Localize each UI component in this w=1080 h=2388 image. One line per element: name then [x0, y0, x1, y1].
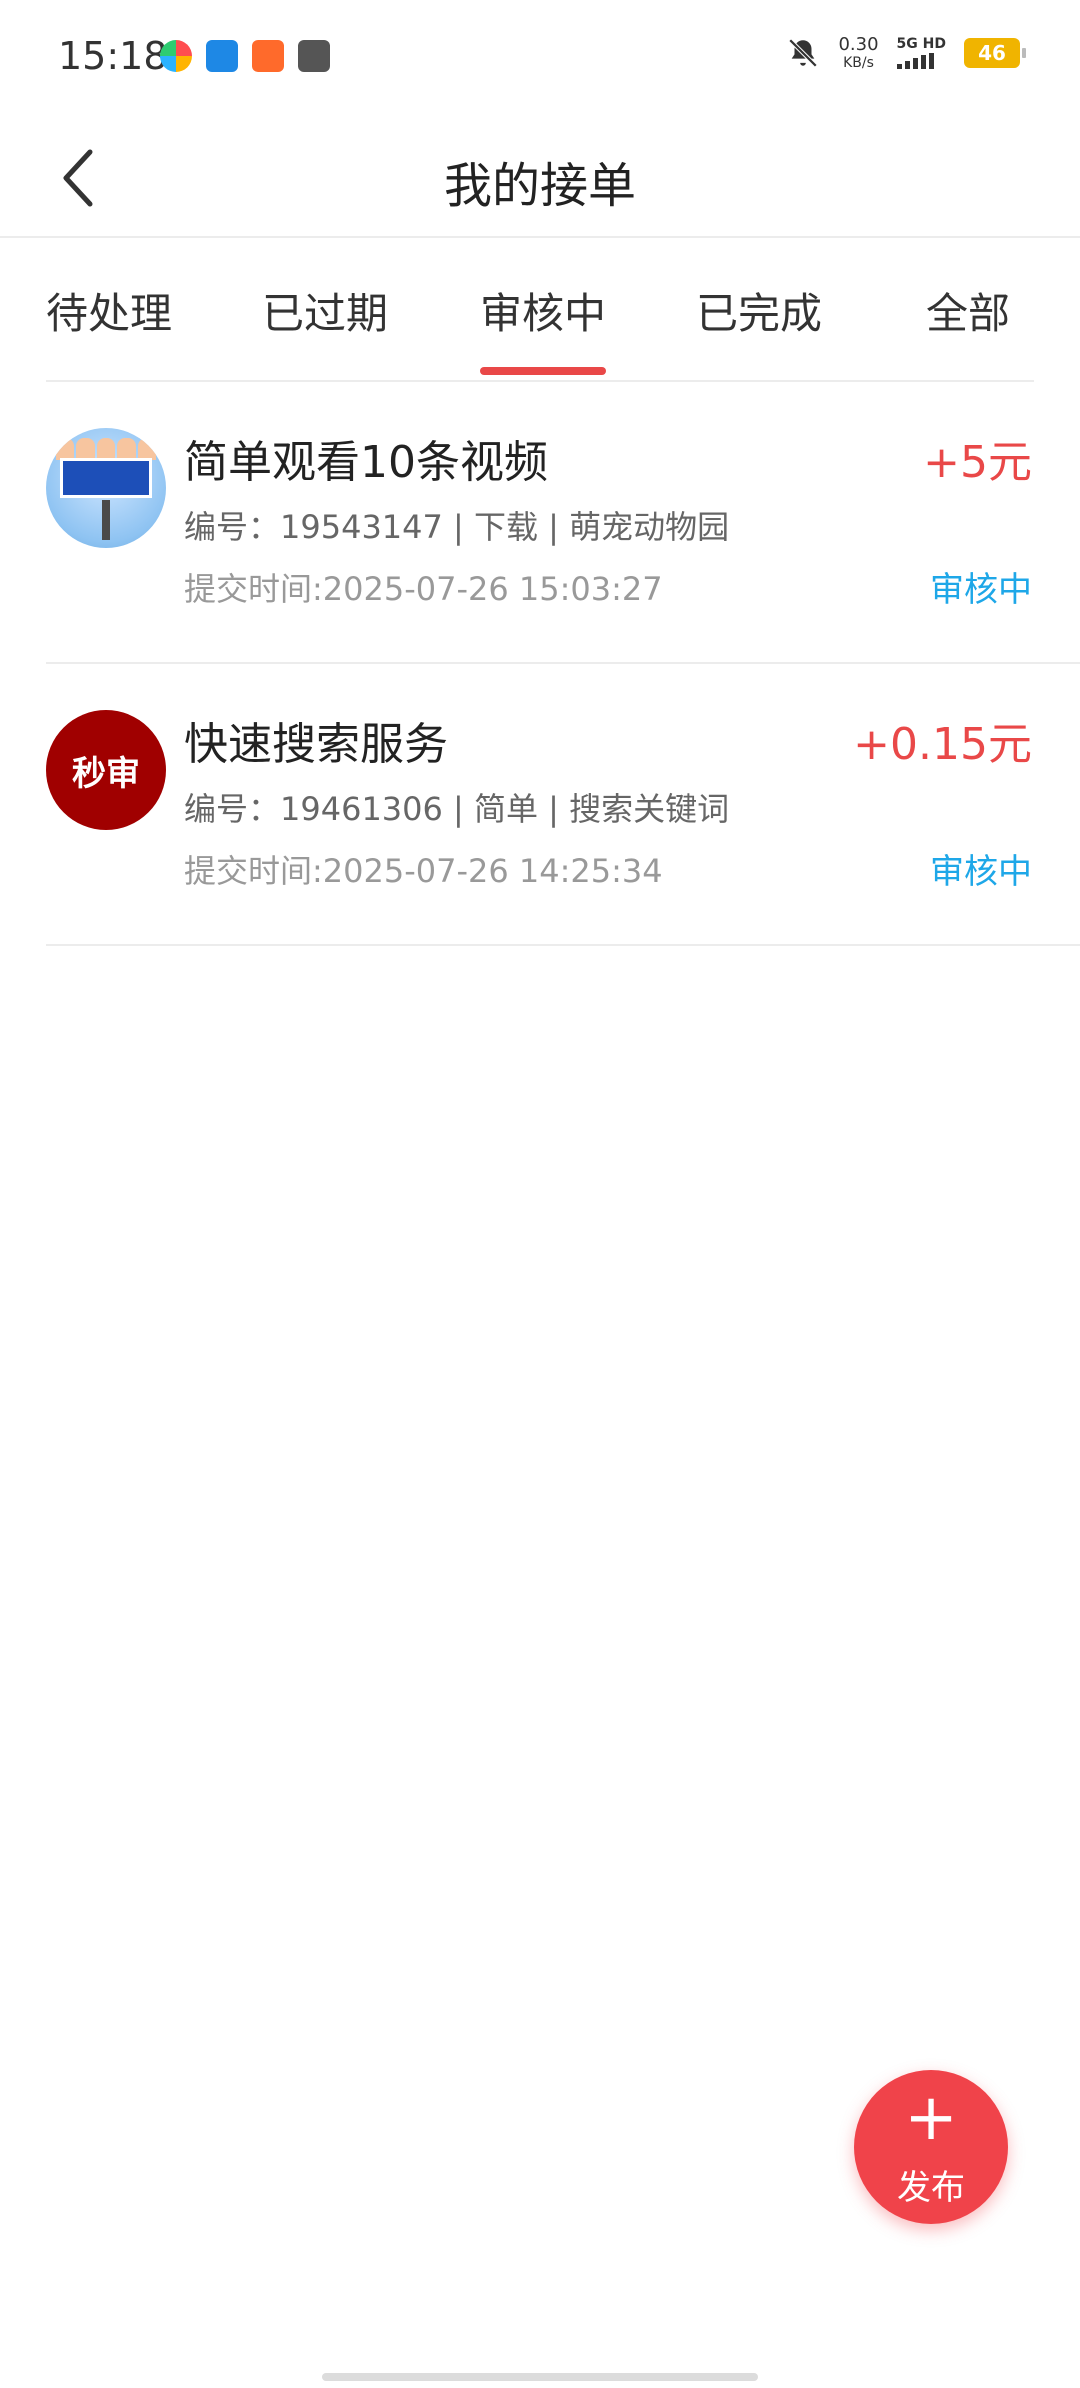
- tab-label: 已完成: [696, 289, 823, 338]
- order-submit-time: 提交时间:2025-07-26 15:03:27: [184, 570, 663, 608]
- tab-label: 全部: [926, 289, 1011, 338]
- order-status: 审核中: [930, 570, 1032, 610]
- screen: 15:18 0.30 KB/s 5G HD 46 我的接单 待处理 已过期 审核…: [0, 0, 1080, 2388]
- battery-indicator: 46: [964, 38, 1026, 68]
- tab-all[interactable]: 全部: [926, 280, 1010, 341]
- tab-under-review[interactable]: 审核中: [480, 280, 607, 375]
- muted-bell-icon: [786, 36, 820, 70]
- order-meta: 编号：19461306 | 简单 | 搜索关键词: [184, 790, 730, 828]
- home-indicator[interactable]: [322, 2373, 758, 2381]
- browser-app-icon: [160, 40, 192, 72]
- network-speed: 0.30 KB/s: [838, 34, 879, 71]
- order-title: 快速搜索服务: [184, 719, 448, 770]
- network-speed-value: 0.30: [838, 34, 879, 55]
- e-app-icon: [206, 40, 238, 72]
- tab-label: 待处理: [46, 289, 173, 338]
- tab-label: 已过期: [262, 289, 389, 338]
- billboard-icon: [60, 458, 152, 498]
- order-meta: 编号：19543147 | 下载 | 萌宠动物园: [184, 508, 730, 546]
- tab-label: 审核中: [480, 289, 607, 338]
- order-submit-time: 提交时间:2025-07-26 14:25:34: [184, 852, 663, 890]
- fab-label: 发布: [897, 2168, 965, 2208]
- order-avatar: 秒审: [46, 710, 166, 830]
- tab-expired[interactable]: 已过期: [262, 280, 388, 341]
- status-bar: 15:18 0.30 KB/s 5G HD 46: [0, 0, 1080, 118]
- avatar-text: 秒审: [72, 753, 140, 794]
- order-item[interactable]: 简单观看10条视频 +5元 编号：19543147 | 下载 | 萌宠动物园 提…: [46, 382, 1080, 664]
- order-amount: +5元: [923, 437, 1032, 488]
- status-indicators: 0.30 KB/s 5G HD 46: [786, 34, 1026, 71]
- order-title: 简单观看10条视频: [184, 437, 548, 488]
- shop-app-icon: [252, 40, 284, 72]
- inbox-app-icon: [298, 40, 330, 72]
- network-speed-unit: KB/s: [843, 55, 874, 71]
- tab-pending[interactable]: 待处理: [46, 280, 172, 341]
- publish-fab-button[interactable]: + 发布: [854, 2070, 1008, 2224]
- billboard-pole: [102, 500, 110, 540]
- tab-active-indicator: [480, 367, 606, 375]
- order-item[interactable]: 秒审 快速搜索服务 +0.15元 编号：19461306 | 简单 | 搜索关键…: [46, 664, 1080, 946]
- order-status: 审核中: [930, 852, 1032, 892]
- app-header: 我的接单: [0, 118, 1080, 238]
- order-amount: +0.15元: [853, 719, 1032, 770]
- plus-icon: +: [904, 2081, 958, 2155]
- status-app-icons: [160, 40, 330, 72]
- order-avatar: [46, 428, 166, 548]
- tab-completed[interactable]: 已完成: [696, 280, 822, 341]
- signal-bars-icon: [896, 53, 946, 69]
- order-status-tabs: 待处理 已过期 审核中 已完成 全部: [46, 240, 1034, 382]
- page-title: 我的接单: [443, 158, 636, 214]
- status-time: 15:18: [58, 34, 168, 78]
- signal-indicator: 5G HD: [896, 36, 946, 69]
- cartoon-people-icon: [56, 438, 157, 460]
- network-type-label: 5G HD: [896, 36, 946, 52]
